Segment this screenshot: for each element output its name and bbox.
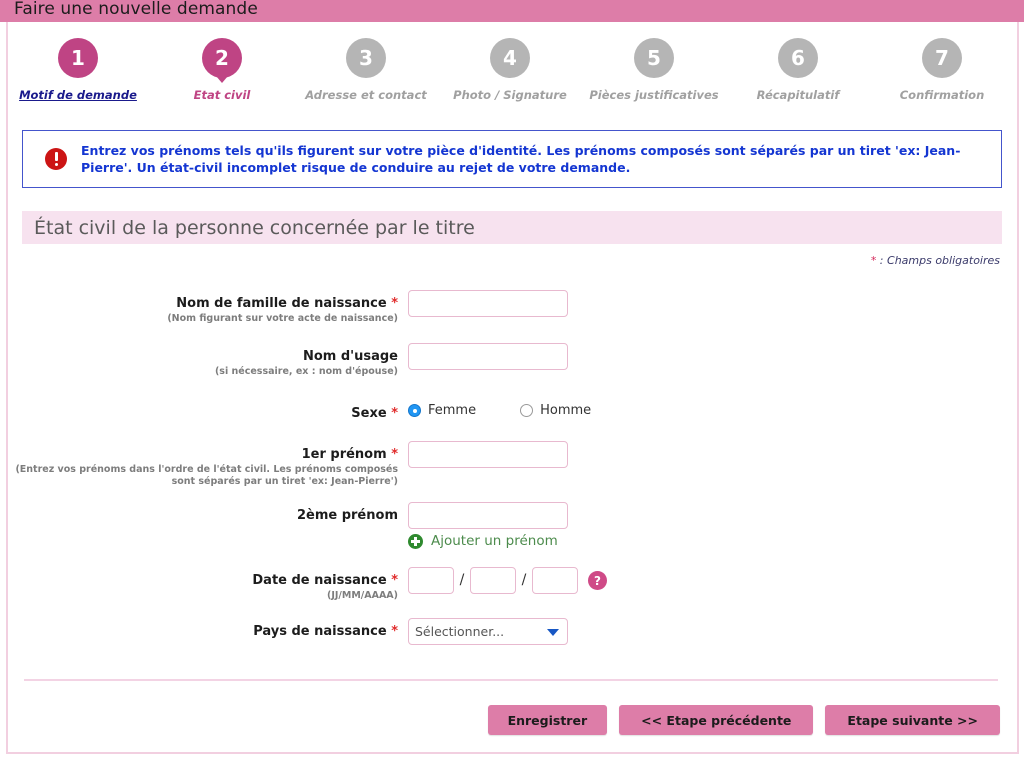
- stepper-step-3: 3 Adresse et contact: [294, 38, 438, 114]
- step-label-5: Pièces justificatives: [589, 88, 719, 102]
- label-pays-naissance-text: Pays de naissance: [253, 624, 392, 639]
- pays-naissance-selected-value: Sélectionner...: [415, 624, 505, 639]
- step-number-4: 4: [503, 46, 517, 70]
- date-month-input[interactable]: [470, 567, 516, 594]
- radio-dot-homme: [520, 404, 534, 417]
- etat-civil-form: Nom de famille de naissance * (Nom figur…: [0, 290, 1013, 657]
- date-year-input[interactable]: [532, 567, 578, 594]
- alert-message: Entrez vos prénoms tels qu'ils figurent …: [81, 143, 961, 175]
- label-prenom1: 1er prénom *: [0, 447, 398, 462]
- label-sexe-text: Sexe: [351, 406, 392, 421]
- field-row-pays-naissance: Pays de naissance * Sélectionner...: [0, 618, 1013, 645]
- error-icon: [45, 148, 67, 170]
- section-title: État civil de la personne concernée par …: [22, 211, 1002, 244]
- label-nom-usage: Nom d'usage: [302, 349, 398, 364]
- required-star-date-naissance: *: [391, 573, 398, 588]
- date-separator-2: /: [521, 572, 527, 588]
- hint-date-naissance: (JJ/MM/AAAA): [326, 590, 398, 601]
- step-number-6: 6: [791, 46, 805, 70]
- field-row-date-naissance: Date de naissance * (JJ/MM/AAAA) / / ?: [0, 567, 1013, 602]
- step-number-circle-4: 4: [490, 38, 530, 78]
- hint-nom-usage: (si nécessaire, ex : nom d'épouse): [214, 366, 398, 377]
- radio-sexe-homme[interactable]: Homme: [520, 403, 591, 418]
- step-number-circle-1: 1: [58, 38, 98, 78]
- label-pays-naissance: Pays de naissance *: [0, 624, 398, 639]
- prenom1-input[interactable]: [408, 441, 568, 468]
- step-label-1[interactable]: Motif de demande: [19, 88, 137, 102]
- required-star-nom-naissance: *: [391, 296, 398, 311]
- radio-dot-femme: [408, 404, 421, 417]
- hint-prenom1: (Entrez vos prénoms dans l'ordre de l'ét…: [15, 464, 398, 487]
- wizard-stepper: 1 Motif de demande 2 Etat civil 3 Adress…: [6, 38, 1014, 114]
- step-number-3: 3: [359, 46, 373, 70]
- step-number-circle-2: 2: [202, 38, 242, 78]
- field-row-prenom2: 2ème prénom Ajouter un prénom: [0, 502, 1013, 549]
- label-nom-naissance: Nom de famille de naissance *: [0, 296, 398, 311]
- label-nom-naissance-text: Nom de famille de naissance: [176, 296, 392, 311]
- stepper-step-4: 4 Photo / Signature: [438, 38, 582, 114]
- radio-label-femme: Femme: [428, 403, 477, 418]
- info-alert: Entrez vos prénoms tels qu'ils figurent …: [22, 130, 1002, 188]
- required-star-prenom1: *: [391, 447, 398, 462]
- step-number-7: 7: [935, 46, 949, 70]
- nom-usage-input[interactable]: [408, 343, 568, 370]
- step-number-2: 2: [215, 46, 229, 70]
- stepper-step-7: 7 Confirmation: [870, 38, 1014, 114]
- step-label-3: Adresse et contact: [305, 88, 427, 102]
- required-star-sexe: *: [391, 406, 398, 421]
- app-header-bar: Faire une nouvelle demande: [0, 0, 1024, 22]
- step-number-circle-6: 6: [778, 38, 818, 78]
- add-prenom-link[interactable]: Ajouter un prénom: [408, 529, 568, 549]
- label-date-naissance: Date de naissance *: [0, 573, 398, 588]
- date-separator-1: /: [459, 572, 465, 588]
- next-step-button[interactable]: Etape suivante >>: [825, 705, 1000, 735]
- hint-nom-naissance: (Nom figurant sur votre acte de naissanc…: [167, 313, 398, 324]
- stepper-step-1[interactable]: 1 Motif de demande: [6, 38, 150, 114]
- step-number-circle-7: 7: [922, 38, 962, 78]
- step-number-1: 1: [71, 46, 85, 70]
- field-row-nom-naissance: Nom de famille de naissance * (Nom figur…: [0, 290, 1013, 325]
- label-sexe: Sexe *: [0, 406, 398, 421]
- step-number-circle-5: 5: [634, 38, 674, 78]
- field-row-sexe: Sexe * Femme Homme: [0, 398, 1013, 421]
- required-note-text: : Champs obligatoires: [876, 254, 1000, 267]
- add-prenom-label: Ajouter un prénom: [431, 533, 558, 549]
- date-day-input[interactable]: [408, 567, 454, 594]
- field-row-nom-usage: Nom d'usage (si nécessaire, ex : nom d'é…: [0, 343, 1013, 378]
- label-prenom1-text: 1er prénom: [301, 447, 392, 462]
- radio-label-homme: Homme: [540, 403, 592, 418]
- pays-naissance-select-wrap: Sélectionner...: [408, 618, 568, 645]
- previous-step-button[interactable]: << Etape précédente: [619, 705, 814, 735]
- step-number-5: 5: [647, 46, 661, 70]
- label-prenom2: 2ème prénom: [296, 508, 398, 523]
- nom-naissance-input[interactable]: [408, 290, 568, 317]
- required-star-pays-naissance: *: [391, 624, 398, 639]
- stepper-step-6: 6 Récapitulatif: [726, 38, 870, 114]
- stepper-step-2[interactable]: 2 Etat civil: [150, 38, 294, 114]
- required-fields-note: * : Champs obligatoires: [871, 254, 1000, 267]
- step-label-4: Photo / Signature: [453, 88, 567, 102]
- step-number-circle-3: 3: [346, 38, 386, 78]
- help-question-icon[interactable]: ?: [588, 571, 607, 590]
- label-date-naissance-text: Date de naissance: [252, 573, 392, 588]
- sexe-radio-group: Femme Homme: [408, 398, 635, 418]
- step-label-7: Confirmation: [899, 88, 985, 102]
- pays-naissance-select[interactable]: Sélectionner...: [408, 618, 568, 645]
- prenom2-input[interactable]: [408, 502, 568, 529]
- page-title: Faire une nouvelle demande: [14, 0, 258, 19]
- save-button[interactable]: Enregistrer: [487, 705, 608, 735]
- plus-circle-icon: [408, 533, 423, 549]
- radio-sexe-femme[interactable]: Femme: [408, 403, 476, 418]
- field-row-prenom1: 1er prénom * (Entrez vos prénoms dans l'…: [0, 441, 1013, 488]
- stepper-step-5: 5 Pièces justificatives: [582, 38, 726, 114]
- step-label-2: Etat civil: [193, 88, 251, 102]
- step-label-6: Récapitulatif: [756, 88, 840, 102]
- form-actions: Enregistrer << Etape précédente Etape su…: [487, 705, 1000, 735]
- form-divider: [24, 679, 998, 681]
